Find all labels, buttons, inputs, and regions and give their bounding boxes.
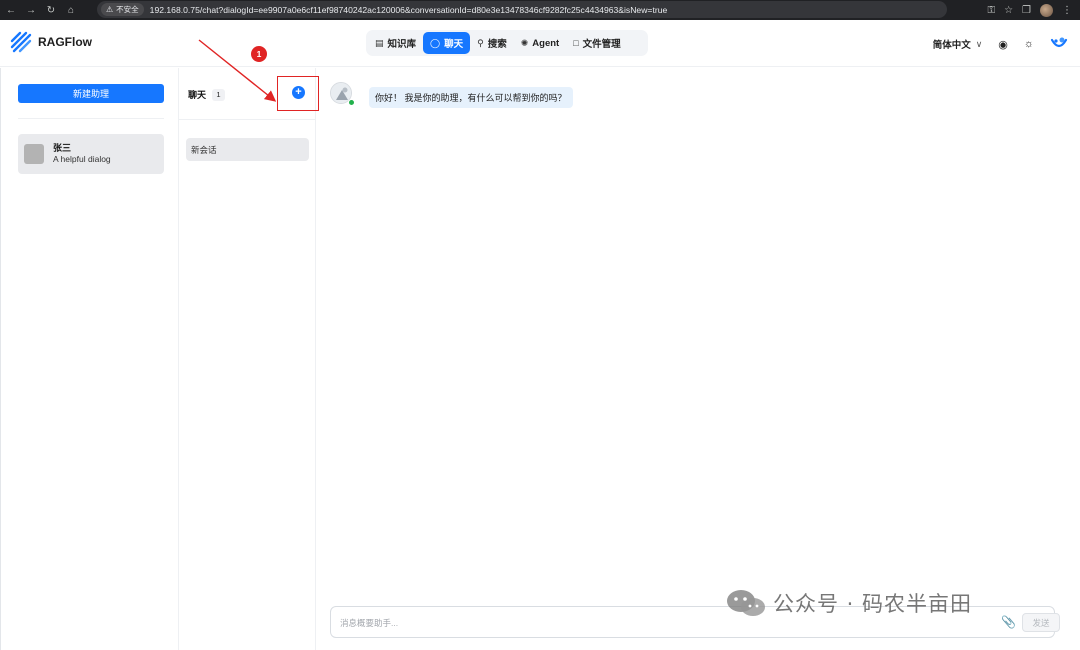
nav-agent[interactable]: ✺ Agent [514, 32, 566, 54]
key-icon[interactable]: ⚿ [987, 5, 995, 16]
insecure-label: 不安全 [116, 5, 139, 14]
nav-label: Agent [532, 37, 560, 49]
back-icon[interactable]: ← [2, 1, 20, 19]
github-icon[interactable]: ◉ [998, 38, 1008, 51]
main-nav: ▤ 知识库 ◯ 聊天 ⚲ 搜索 ✺ Agent □ 文件管理 [366, 30, 648, 56]
database-icon: ▤ [375, 37, 384, 48]
app-name: RAGFlow [38, 35, 92, 49]
language-selector[interactable]: 简体中文 ∨ [932, 37, 983, 52]
assistant-panel: 新建助理 张三 A helpful dialog [0, 68, 179, 650]
bookmark-star-icon[interactable]: ☆ [1004, 5, 1013, 16]
conversation-title: 聊天 [188, 90, 207, 100]
reload-icon[interactable]: ↻ [42, 1, 60, 19]
browser-actions: ⚿ ☆ ❐ ⋮ [987, 0, 1080, 20]
assistant-card[interactable]: 张三 A helpful dialog [18, 134, 164, 174]
browser-toolbar: ← → ↻ ⌂ ⚠ 不安全 192.168.0.75/chat?dialogId… [0, 0, 1080, 20]
watermark-text: 公众号 · 码农半亩田 [773, 592, 973, 616]
conversation-count-badge: 1 [212, 88, 226, 101]
annotation-step-badge: 1 [251, 46, 267, 62]
home-icon[interactable]: ⌂ [62, 1, 80, 19]
assistant-message-bubble: 你好！ 我是你的助理，有什么可以帮到你的吗？ [369, 87, 573, 108]
extensions-icon[interactable]: ❐ [1022, 5, 1031, 16]
assistant-description: A helpful dialog [53, 154, 111, 164]
conversation-item[interactable]: 新会话 [186, 138, 309, 161]
search-icon: ⚲ [477, 37, 484, 48]
address-bar[interactable]: ⚠ 不安全 192.168.0.75/chat?dialogId=ee9907a… [97, 1, 947, 18]
app-header: RAGFlow ▤ 知识库 ◯ 聊天 ⚲ 搜索 ✺ Agent □ 文件管理 简… [0, 20, 1080, 67]
conversation-panel: 聊天 1 + 新会话 [179, 68, 319, 650]
nav-label: 知识库 [387, 39, 417, 50]
url-text: 192.168.0.75/chat?dialogId=ee9907a0e6cf1… [149, 4, 668, 15]
assistant-info: 张三 A helpful dialog [53, 143, 111, 165]
conversation-header: 聊天 1 [188, 88, 226, 101]
chat-area: 你好！ 我是你的助理，有什么可以帮到你的吗？ 📎 发送 [316, 68, 1080, 650]
profile-avatar[interactable] [1040, 3, 1053, 17]
app-logo[interactable]: RAGFlow [10, 31, 92, 53]
language-label: 简体中文 [932, 40, 971, 51]
menu-dots-icon[interactable]: ⋮ [1062, 5, 1072, 16]
nav-chat[interactable]: ◯ 聊天 [423, 32, 471, 54]
nav-label: 搜索 [487, 39, 507, 50]
online-status-dot [348, 99, 355, 106]
folder-icon: □ [573, 38, 579, 48]
annotation-highlight-box [277, 76, 319, 111]
nav-search[interactable]: ⚲ 搜索 [470, 32, 514, 54]
nav-label: 文件管理 [582, 39, 621, 50]
chat-bubble-icon: ◯ [430, 37, 441, 48]
divider [179, 119, 316, 120]
wechat-icon [727, 590, 765, 616]
user-avatar-icon[interactable] [1050, 36, 1068, 52]
send-button[interactable]: 发送 [1022, 613, 1060, 632]
agent-graph-icon: ✺ [520, 37, 529, 48]
nav-knowledge-base[interactable]: ▤ 知识库 [368, 32, 423, 54]
nav-file-management[interactable]: □ 文件管理 [566, 32, 627, 54]
assistant-avatar [24, 144, 44, 164]
nav-label: 聊天 [444, 39, 464, 50]
chevron-down-icon: ∨ [975, 38, 983, 49]
forward-icon[interactable]: → [22, 1, 40, 19]
watermark: 公众号 · 码农半亩田 [725, 588, 972, 618]
ragflow-logo-icon [10, 31, 32, 53]
theme-sun-icon[interactable]: ☼ [1024, 38, 1034, 50]
new-assistant-button[interactable]: 新建助理 [18, 84, 164, 103]
header-actions: 简体中文 ∨ ◉ ☼ [933, 36, 1068, 52]
paperclip-icon[interactable]: 📎 [1001, 615, 1016, 629]
insecure-badge[interactable]: ⚠ 不安全 [101, 3, 144, 16]
assistant-name: 张三 [53, 143, 72, 153]
warning-icon: ⚠ [106, 5, 114, 14]
divider [18, 118, 164, 119]
